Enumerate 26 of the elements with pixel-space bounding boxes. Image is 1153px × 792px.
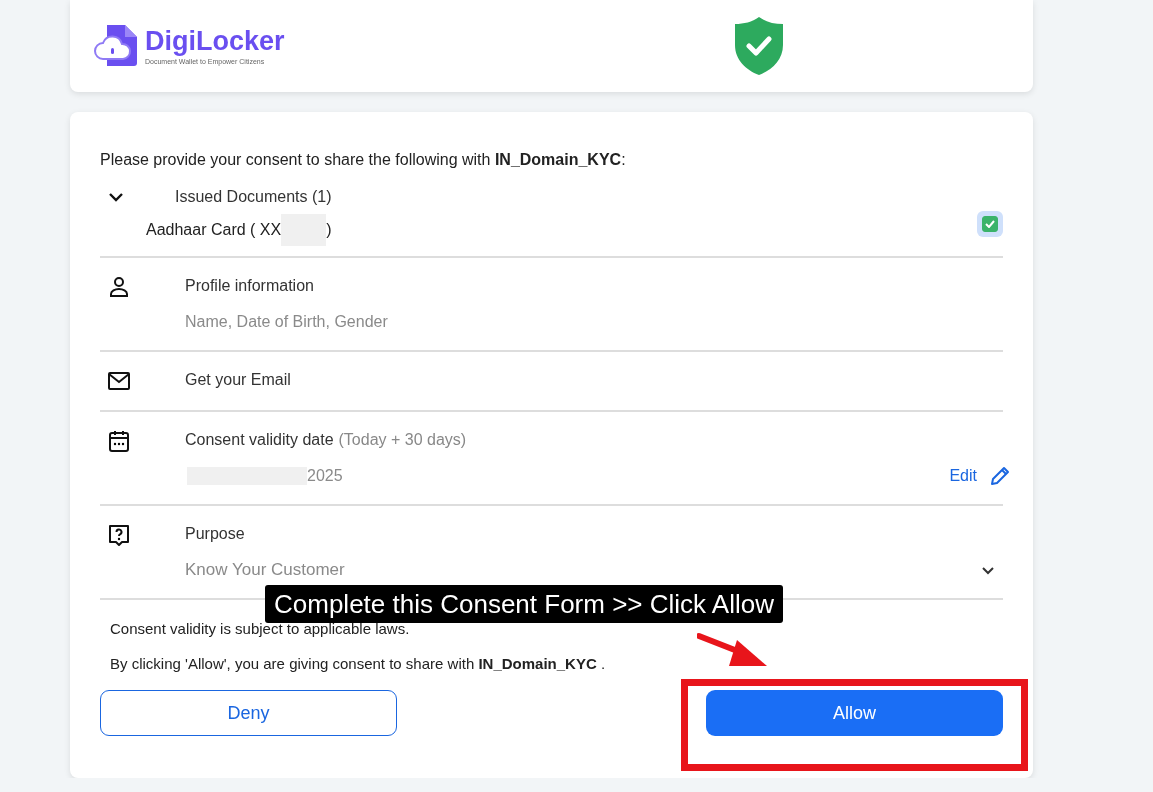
consent-note: By clicking 'Allow', you are giving consent to share with IN_Domain_KYC .	[110, 654, 607, 674]
annotation-label: Complete this Consent Form >> Click Allow	[265, 585, 783, 623]
shield-check-icon	[733, 15, 785, 77]
person-icon	[107, 275, 131, 299]
check-icon	[985, 220, 995, 228]
section-detail: 2025	[307, 466, 343, 486]
section-note: (Today + 30 days)	[338, 431, 467, 448]
checkbox[interactable]	[977, 211, 1003, 237]
pencil-icon[interactable]	[989, 465, 1011, 487]
section-title: Issued Documents (1)	[175, 188, 332, 206]
calendar-icon	[107, 429, 131, 453]
edit-link[interactable]: Edit	[949, 465, 977, 487]
section-title: Consent validity date	[185, 431, 334, 448]
section-title: Get your Email	[185, 371, 291, 388]
envelope-icon	[107, 369, 131, 393]
section-detail: Name, Date of Birth, Gender	[185, 312, 388, 332]
section-title: Profile information	[185, 277, 314, 294]
closing-paren: )	[326, 221, 332, 239]
section-detail: Know Your Customer	[185, 559, 345, 581]
allow-button[interactable]: Allow	[706, 690, 1003, 736]
logo-wordmark: DigiLocker	[145, 25, 285, 57]
question-bubble-icon	[107, 523, 131, 547]
document-name: Aadhaar Card ( XX	[146, 221, 282, 239]
consent-intro: Please provide your consent to share the following with IN_Domain_KYC:	[100, 150, 627, 170]
deny-button[interactable]: Deny	[100, 690, 397, 736]
section-title: Purpose	[185, 525, 245, 542]
